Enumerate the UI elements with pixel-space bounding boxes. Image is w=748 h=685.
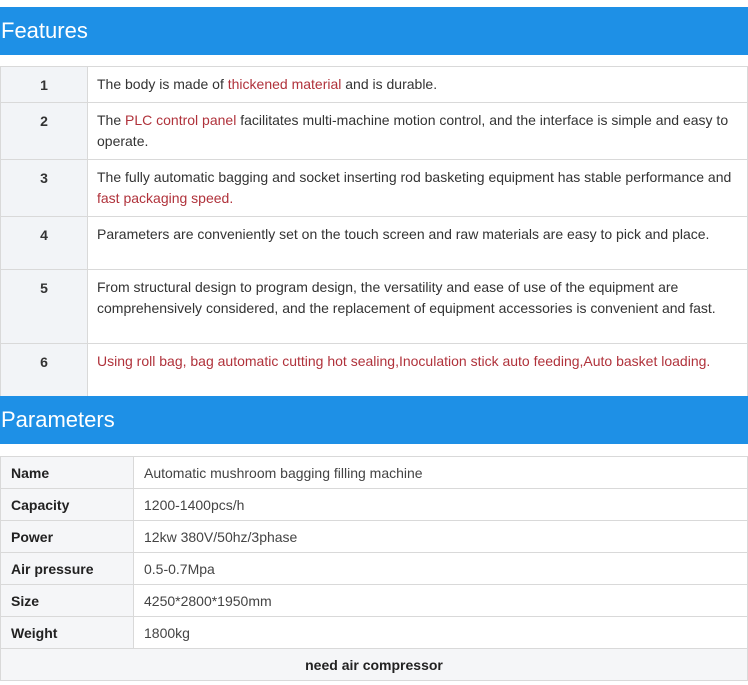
feature-description: Using roll bag, bag automatic cutting ho… xyxy=(87,343,748,397)
parameter-note-row: need air compressor xyxy=(0,648,748,681)
feature-row: 6 Using roll bag, bag automatic cutting … xyxy=(0,343,748,397)
parameter-label: Weight xyxy=(0,616,134,649)
parameter-row: Capacity 1200-1400pcs/h xyxy=(0,488,748,521)
parameters-heading: Parameters xyxy=(1,407,115,432)
parameter-value: 1200-1400pcs/h xyxy=(133,488,748,521)
feature-row: 5 From structural design to program desi… xyxy=(0,269,748,344)
parameters-table: Name Automatic mushroom bagging filling … xyxy=(0,456,748,681)
feature-highlight: Using roll bag, bag automatic cutting ho… xyxy=(97,353,711,369)
feature-highlight: fast packaging speed. xyxy=(97,190,234,206)
parameter-label: Air pressure xyxy=(0,552,134,585)
feature-number: 4 xyxy=(0,216,88,270)
parameter-row: Name Automatic mushroom bagging filling … xyxy=(0,456,748,489)
feature-row: 2 The PLC control panel facilitates mult… xyxy=(0,102,748,160)
feature-text: Parameters are conveniently set on the t… xyxy=(97,226,710,242)
feature-number: 1 xyxy=(0,66,88,103)
feature-number: 3 xyxy=(0,159,88,217)
parameter-row: Power 12kw 380V/50hz/3phase xyxy=(0,520,748,553)
features-heading: Features xyxy=(1,18,88,43)
feature-row: 3 The fully automatic bagging and socket… xyxy=(0,159,748,217)
parameter-value: 1800kg xyxy=(133,616,748,649)
feature-text: The fully automatic bagging and socket i… xyxy=(97,169,732,185)
feature-description: The PLC control panel facilitates multi-… xyxy=(87,102,748,160)
parameter-note: need air compressor xyxy=(0,648,748,681)
feature-description: The fully automatic bagging and socket i… xyxy=(87,159,748,217)
feature-description: Parameters are conveniently set on the t… xyxy=(87,216,748,270)
feature-text: and is durable. xyxy=(341,76,438,92)
feature-number: 2 xyxy=(0,102,88,160)
parameter-value: 0.5-0.7Mpa xyxy=(133,552,748,585)
feature-text: From structural design to program design… xyxy=(97,279,716,316)
feature-text: The body is made of xyxy=(97,76,228,92)
parameter-label: Capacity xyxy=(0,488,134,521)
parameter-label: Power xyxy=(0,520,134,553)
parameter-value: 4250*2800*1950mm xyxy=(133,584,748,617)
parameter-value: Automatic mushroom bagging filling machi… xyxy=(133,456,748,489)
feature-number: 6 xyxy=(0,343,88,397)
features-table: 1 The body is made of thickened material… xyxy=(0,66,748,397)
parameter-row: Weight 1800kg xyxy=(0,616,748,649)
feature-description: From structural design to program design… xyxy=(87,269,748,344)
parameter-value: 12kw 380V/50hz/3phase xyxy=(133,520,748,553)
feature-highlight: thickened material xyxy=(227,76,342,92)
parameters-heading-banner: Parameters xyxy=(0,396,748,444)
feature-text: The xyxy=(97,112,126,128)
feature-number: 5 xyxy=(0,269,88,344)
feature-highlight: PLC control panel xyxy=(125,112,237,128)
features-heading-banner: Features xyxy=(0,7,748,55)
parameter-label: Size xyxy=(0,584,134,617)
feature-row: 4 Parameters are conveniently set on the… xyxy=(0,216,748,270)
parameter-label: Name xyxy=(0,456,134,489)
parameter-row: Air pressure 0.5-0.7Mpa xyxy=(0,552,748,585)
feature-description: The body is made of thickened material a… xyxy=(87,66,748,103)
parameter-row: Size 4250*2800*1950mm xyxy=(0,584,748,617)
feature-row: 1 The body is made of thickened material… xyxy=(0,66,748,103)
